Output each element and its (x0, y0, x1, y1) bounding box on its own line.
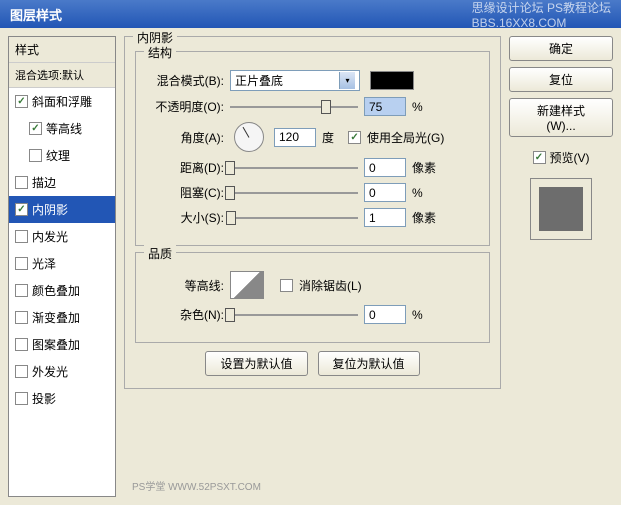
style-label: 内发光 (32, 228, 68, 245)
structure-title: 结构 (144, 44, 176, 61)
style-item-5[interactable]: 内发光 (9, 223, 115, 250)
style-label: 渐变叠加 (32, 309, 80, 326)
style-label: 投影 (32, 390, 56, 407)
antialias-checkbox[interactable] (280, 279, 293, 292)
preview-label: 预览(V) (550, 149, 590, 166)
style-label: 外发光 (32, 363, 68, 380)
opacity-input[interactable] (364, 97, 406, 116)
blend-mode-select[interactable]: 正片叠底▾ (230, 70, 360, 91)
noise-label: 杂色(N): (146, 306, 224, 323)
choke-input[interactable] (364, 183, 406, 202)
footer-watermark: PS学堂 WWW.52PSXT.COM (132, 478, 261, 493)
style-checkbox[interactable] (15, 284, 28, 297)
style-item-9[interactable]: 图案叠加 (9, 331, 115, 358)
noise-slider[interactable] (230, 306, 358, 324)
style-item-1[interactable]: 等高线 (9, 115, 115, 142)
contour-label: 等高线: (146, 277, 224, 294)
opacity-slider[interactable] (230, 98, 358, 116)
settings-panel: 内阴影 结构 混合模式(B): 正片叠底▾ 不透明度(O): % (124, 36, 501, 497)
style-item-4[interactable]: 内阴影 (9, 196, 115, 223)
style-checkbox[interactable] (15, 176, 28, 189)
preview-checkbox[interactable] (533, 151, 546, 164)
watermark: 思缘设计论坛 PS教程论坛BBS.16XX8.COM (472, 0, 611, 30)
size-label: 大小(S): (146, 209, 224, 226)
style-label: 等高线 (46, 120, 82, 137)
style-label: 图案叠加 (32, 336, 80, 353)
style-label: 纹理 (46, 147, 70, 164)
style-checkbox[interactable] (15, 392, 28, 405)
blend-mode-label: 混合模式(B): (146, 72, 224, 89)
style-checkbox[interactable] (15, 203, 28, 216)
style-item-3[interactable]: 描边 (9, 169, 115, 196)
size-input[interactable] (364, 208, 406, 227)
angle-dial[interactable] (234, 122, 264, 152)
style-label: 颜色叠加 (32, 282, 80, 299)
global-light-label: 使用全局光(G) (367, 129, 444, 146)
antialias-label: 消除锯齿(L) (299, 277, 362, 294)
titlebar: 图层样式 思缘设计论坛 PS教程论坛BBS.16XX8.COM (0, 0, 621, 28)
new-style-button[interactable]: 新建样式(W)... (509, 98, 613, 137)
quality-title: 品质 (144, 245, 176, 262)
color-swatch[interactable] (370, 71, 414, 90)
size-slider[interactable] (230, 209, 358, 227)
window-title: 图层样式 (10, 5, 62, 24)
ok-button[interactable]: 确定 (509, 36, 613, 61)
choke-label: 阻塞(C): (146, 184, 224, 201)
cancel-button[interactable]: 复位 (509, 67, 613, 92)
style-checkbox[interactable] (15, 311, 28, 324)
styles-list: 样式 混合选项:默认 斜面和浮雕等高线纹理描边内阴影内发光光泽颜色叠加渐变叠加图… (8, 36, 116, 497)
reset-default-button[interactable]: 复位为默认值 (318, 351, 420, 376)
style-label: 光泽 (32, 255, 56, 272)
action-panel: 确定 复位 新建样式(W)... 预览(V) (509, 36, 613, 497)
style-checkbox[interactable] (29, 149, 42, 162)
distance-slider[interactable] (230, 159, 358, 177)
style-item-11[interactable]: 投影 (9, 385, 115, 412)
global-light-checkbox[interactable] (348, 131, 361, 144)
opacity-label: 不透明度(O): (146, 98, 224, 115)
style-checkbox[interactable] (15, 257, 28, 270)
style-item-7[interactable]: 颜色叠加 (9, 277, 115, 304)
style-item-6[interactable]: 光泽 (9, 250, 115, 277)
style-label: 描边 (32, 174, 56, 191)
distance-label: 距离(D): (146, 159, 224, 176)
style-item-10[interactable]: 外发光 (9, 358, 115, 385)
noise-input[interactable] (364, 305, 406, 324)
style-checkbox[interactable] (15, 230, 28, 243)
style-checkbox[interactable] (15, 95, 28, 108)
style-checkbox[interactable] (15, 365, 28, 378)
style-item-8[interactable]: 渐变叠加 (9, 304, 115, 331)
angle-label: 角度(A): (146, 129, 224, 146)
distance-input[interactable] (364, 158, 406, 177)
angle-input[interactable] (274, 128, 316, 147)
style-item-0[interactable]: 斜面和浮雕 (9, 88, 115, 115)
style-item-2[interactable]: 纹理 (9, 142, 115, 169)
contour-picker[interactable] (230, 271, 264, 299)
style-label: 斜面和浮雕 (32, 93, 92, 110)
styles-header[interactable]: 样式 (9, 37, 115, 63)
blend-options-header[interactable]: 混合选项:默认 (9, 63, 115, 88)
choke-slider[interactable] (230, 184, 358, 202)
style-label: 内阴影 (32, 201, 68, 218)
style-checkbox[interactable] (15, 338, 28, 351)
style-checkbox[interactable] (29, 122, 42, 135)
set-default-button[interactable]: 设置为默认值 (205, 351, 307, 376)
preview-thumbnail (530, 178, 592, 240)
